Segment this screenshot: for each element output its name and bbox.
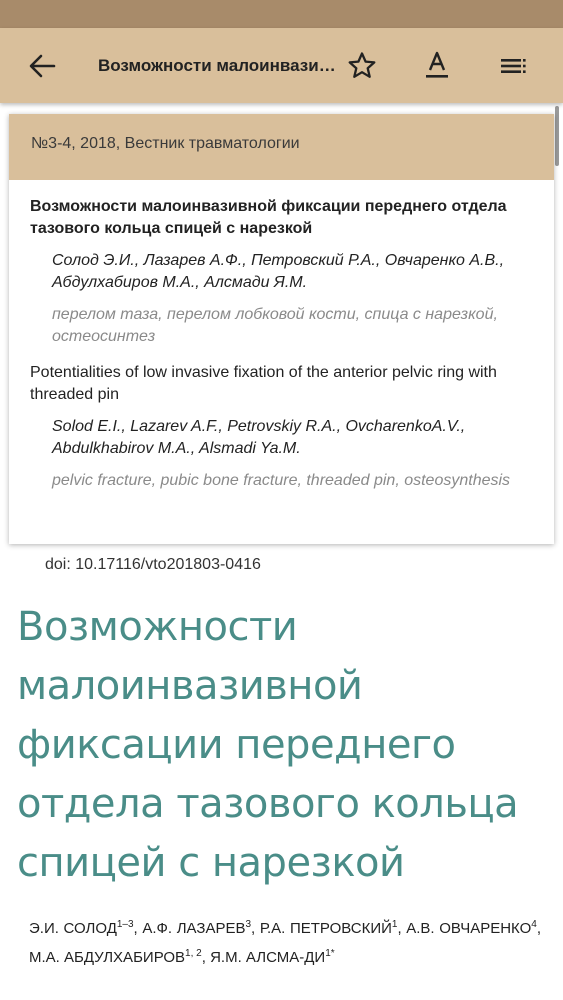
- text-format-icon[interactable]: [421, 48, 453, 82]
- author-affiliation: 3: [245, 919, 252, 930]
- author-name: Р.А. ПЕТРОВСКИЙ: [259, 920, 392, 937]
- author-name: А.Ф. ЛАЗАРЕВ: [142, 920, 246, 937]
- status-bar: [0, 0, 563, 28]
- article-heading: Возможности малоинвазивной фиксации пере…: [17, 604, 519, 886]
- article-authors: Э.И. СОЛОД1–3, А.Ф. ЛАЗАРЕВ3, Р.А. ПЕТРО…: [29, 919, 542, 966]
- list-menu-icon[interactable]: [498, 50, 530, 82]
- back-arrow-icon[interactable]: [26, 50, 58, 82]
- author-affiliation: 1*: [325, 948, 335, 959]
- author-affiliation: 1: [391, 919, 398, 930]
- russian-authors: Солод Э.И., Лазарев А.Ф., Петровский Р.А…: [52, 252, 505, 291]
- author-name: А.В. ОВЧАРЕНКО: [406, 920, 532, 937]
- author-affiliation: 1–3: [116, 919, 134, 930]
- article-info-card: №3-4, 2018, Вестник травматологии Возмож…: [9, 114, 554, 544]
- scrollbar-thumb[interactable]: [555, 106, 559, 166]
- journal-source: №3-4, 2018, Вестник травматологии: [9, 114, 554, 180]
- star-outline-icon[interactable]: [346, 50, 378, 82]
- author-name: М.А. АБДУЛХАБИРОВ: [29, 949, 186, 966]
- author-affiliation: 1, 2: [185, 948, 202, 959]
- author-name: Э.И. СОЛОД: [29, 920, 117, 937]
- english-authors: Solod E.I., Lazarev A.F., Petrovskiy R.A…: [52, 418, 466, 457]
- doi-link[interactable]: doi: 10.17116/vto201803-0416: [45, 556, 261, 574]
- russian-keywords: перелом таза, перелом лобковой кости, сп…: [52, 306, 498, 345]
- app-bar: Возможности малоинвазивной фиксации пере…: [0, 28, 563, 103]
- app-bar-title: Возможности малоинвазивной фиксации пере…: [98, 56, 338, 75]
- russian-title: Возможности малоинвазивной фиксации пере…: [30, 198, 507, 237]
- english-keywords: pelvic fracture, pubic bone fracture, th…: [52, 472, 511, 489]
- english-title: Potentialities of low invasive fixation …: [30, 364, 497, 403]
- author-affiliation: 4: [531, 919, 537, 930]
- author-name: Я.М. АЛСМА-ДИ: [210, 949, 326, 966]
- card-body: Возможности малоинвазивной фиксации пере…: [9, 180, 554, 492]
